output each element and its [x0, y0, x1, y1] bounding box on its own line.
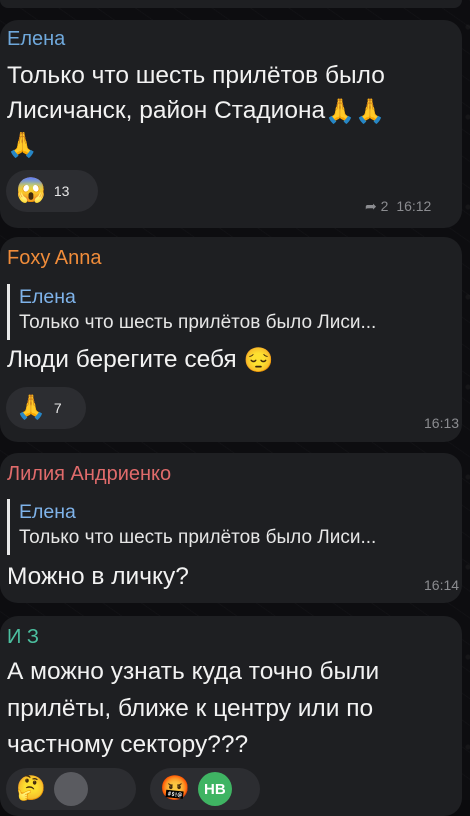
reply-quote-text: Только что шесть прилётов было Лиси...	[19, 312, 377, 333]
user-avatar-nv: НВ	[197, 772, 232, 806]
message-text-line-2: прилёты, ближе к центру или по	[7, 695, 374, 722]
reply-quote[interactable]: Елена Только что шесть прилётов было Лис…	[7, 499, 457, 555]
user-avatar	[53, 772, 88, 806]
message-time: 16:14	[424, 577, 460, 593]
sender-name[interactable]: Foxy Anna	[7, 247, 102, 270]
message-text: Люди берегите себя 😔	[7, 342, 273, 378]
reaction-pill[interactable]: 🙏 7	[6, 387, 86, 429]
reply-quote-name: Елена	[19, 286, 76, 308]
reaction-count: 7	[53, 400, 62, 416]
reply-quote[interactable]: Елена Только что шесть прилётов было Лис…	[7, 284, 457, 340]
message-text-line-2: Лисичанск, район Стадиона🙏🙏	[7, 93, 385, 129]
message-bubble-iz[interactable]: И З А можно узнать куда точно были прилё…	[0, 616, 462, 816]
message-text-line-2-text: Лисичанск, район Стадиона	[7, 97, 326, 124]
message-bubble-liliya[interactable]: Лилия Андриенко Елена Только что шесть п…	[0, 453, 462, 603]
pray-emoji: 🙏	[16, 394, 46, 421]
message-text-line-3: 🙏	[7, 132, 38, 159]
reply-quote-name: Елена	[19, 501, 76, 523]
message-text-line-1: Только что шесть прилётов было	[7, 62, 385, 89]
reaction-pill-angry[interactable]: 🤬 НВ	[150, 768, 260, 810]
message-text: Можно в личку?	[7, 563, 189, 590]
reply-quote-text: Только что шесть прилётов было Лиси...	[19, 527, 377, 548]
pray-emoji: 🙏🙏	[325, 98, 385, 126]
message-time: 16:12	[396, 198, 432, 214]
reply-arrow-icon: ➦	[365, 198, 377, 214]
sender-name[interactable]: И З	[7, 626, 39, 649]
previous-message-edge	[0, 0, 462, 8]
message-text-line-3: частному сектору???	[7, 731, 249, 758]
angry-emoji: 🤬	[160, 775, 190, 802]
reply-meta[interactable]: ➦ 2 16:12	[365, 198, 431, 215]
reaction-count: 13	[53, 183, 70, 199]
message-bubble-elena[interactable]: Елена Только что шесть прилётов было Лис…	[0, 20, 462, 228]
sender-name[interactable]: Елена	[7, 28, 65, 51]
scream-emoji: 😱	[16, 177, 46, 204]
message-text-line-1: А можно узнать куда точно были	[7, 658, 380, 685]
message-text-body: Люди берегите себя	[7, 346, 237, 373]
message-bubble-foxy-anna[interactable]: Foxy Anna Елена Только что шесть прилёто…	[0, 237, 462, 442]
sender-name[interactable]: Лилия Андриенко	[7, 463, 171, 486]
reaction-pill[interactable]: 😱 13	[6, 170, 98, 212]
reply-count: 2	[380, 198, 389, 214]
reaction-pill-thinking[interactable]: 🤔	[6, 768, 136, 810]
thinking-emoji: 🤔	[16, 775, 46, 802]
message-time: 16:13	[424, 415, 460, 431]
pensive-emoji: 😔	[243, 347, 274, 375]
